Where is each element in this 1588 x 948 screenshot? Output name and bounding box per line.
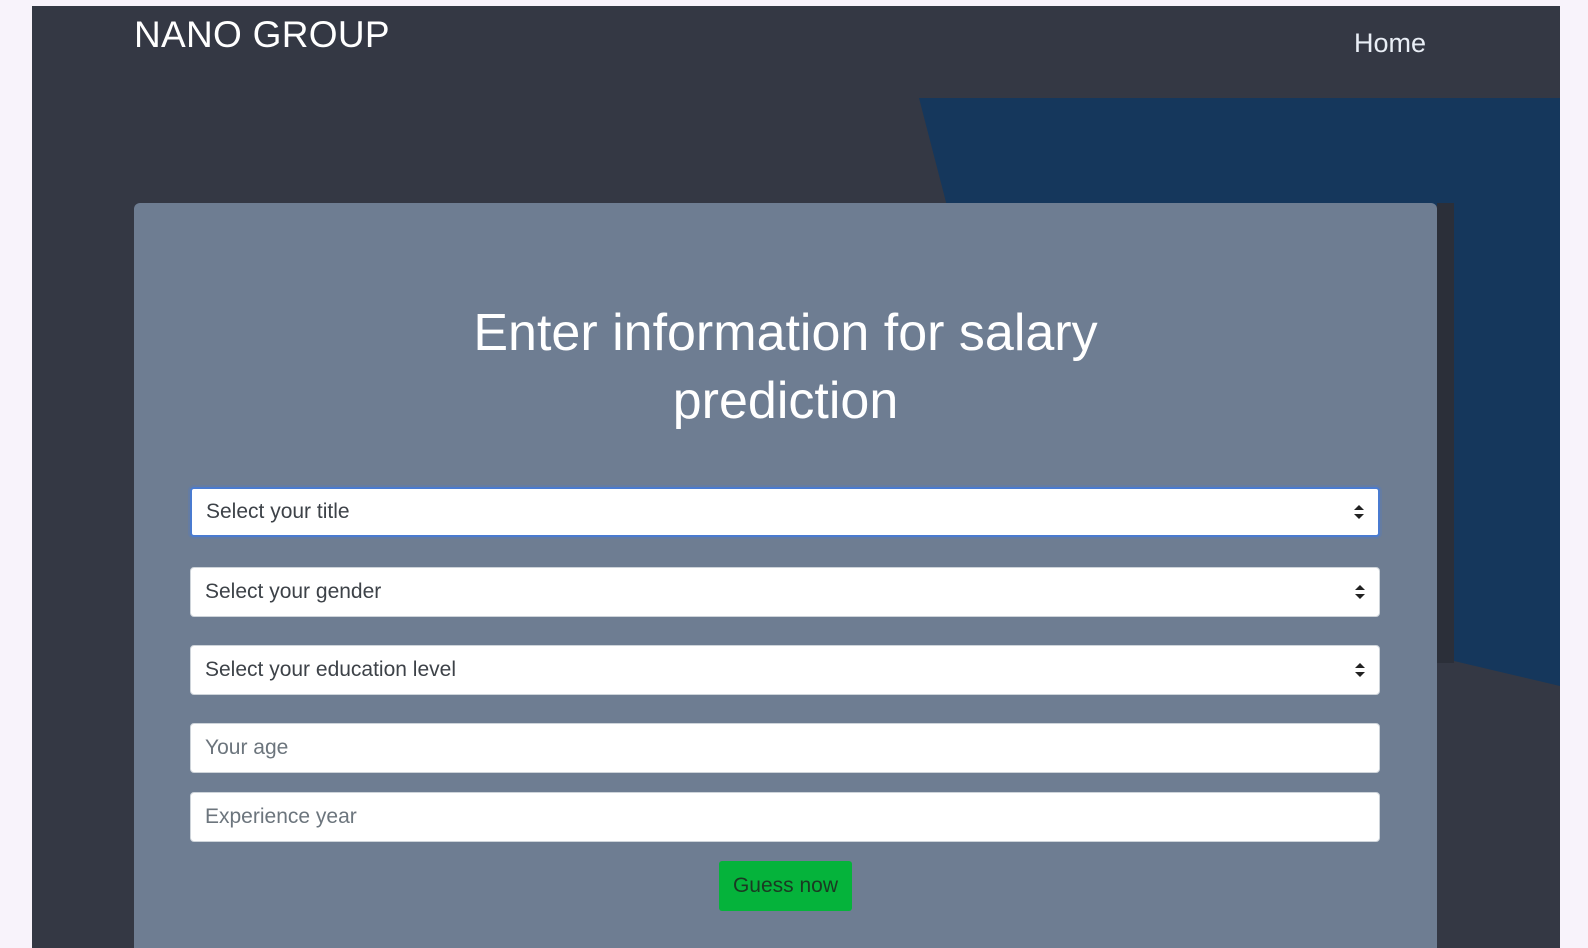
gender-select[interactable]: Select your gender	[190, 567, 1380, 617]
title-select-value: Select your title	[206, 500, 350, 523]
guess-now-button[interactable]: Guess now	[719, 861, 852, 911]
salary-form-card: Enter information for salary prediction …	[134, 203, 1437, 948]
chevron-up-down-icon	[1355, 585, 1365, 599]
form-title: Enter information for salary prediction	[134, 299, 1437, 435]
title-select[interactable]: Select your title	[190, 487, 1380, 537]
form-title-line-1: Enter information for salary	[473, 304, 1098, 362]
brand-logo-text[interactable]: NANO GROUP	[134, 14, 390, 56]
experience-year-input[interactable]	[190, 792, 1380, 842]
gender-select-value: Select your gender	[205, 580, 382, 603]
education-select-value: Select your education level	[205, 658, 456, 681]
chevron-up-down-icon	[1354, 505, 1364, 519]
chevron-up-down-icon	[1355, 663, 1365, 677]
nav-link-home[interactable]: Home	[1354, 28, 1426, 59]
education-select[interactable]: Select your education level	[190, 645, 1380, 695]
form-title-line-2: prediction	[672, 372, 899, 430]
page-viewport: NANO GROUP Home Enter information for sa…	[32, 6, 1560, 948]
age-input[interactable]	[190, 723, 1380, 773]
